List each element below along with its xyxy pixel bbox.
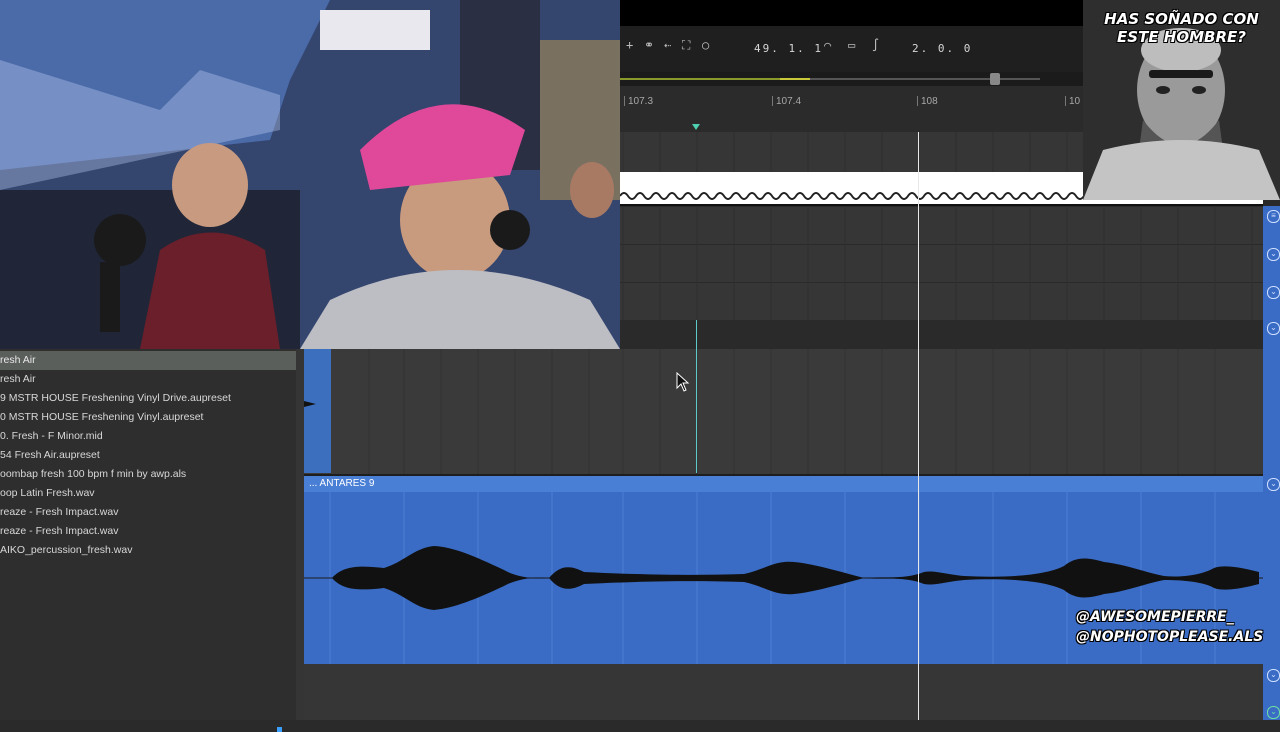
marker-icon[interactable] [692, 124, 700, 130]
chevron-down-icon[interactable]: ⌄ [1267, 248, 1280, 261]
browser-item[interactable]: reaze - Fresh Impact.wav [0, 522, 296, 541]
overview-bar[interactable] [620, 72, 1083, 86]
browser-item[interactable]: oombap fresh 100 bpm f min by awp.als [0, 465, 296, 484]
add-icon[interactable]: + [626, 38, 633, 52]
link-icon[interactable]: ⚭ [644, 38, 654, 52]
status-dot [277, 727, 282, 732]
track-menu-icon[interactable]: ≡ [1267, 210, 1280, 223]
chevron-down-icon[interactable]: ⌄ [1267, 478, 1280, 491]
browser-item[interactable]: 54 Fresh Air.aupreset [0, 446, 296, 465]
ruler-label: 10 [1069, 96, 1081, 107]
chevron-down-icon[interactable]: ⌄ [1267, 322, 1280, 335]
small-audio-clip[interactable] [304, 349, 331, 473]
browser-item[interactable]: AIKO_percussion_fresh.wav [0, 541, 296, 560]
small-clip-wave [304, 401, 316, 407]
ruler-tick [624, 96, 625, 106]
browser-item[interactable]: 0 MSTR HOUSE Freshening Vinyl.aupreset [0, 408, 296, 427]
browser-scrollbar[interactable] [296, 349, 304, 720]
loop-icon[interactable]: ▭ [848, 38, 855, 52]
chevron-down-icon[interactable]: ⌄ [1267, 286, 1280, 299]
record-circle-icon[interactable]: ○ [702, 38, 709, 52]
transport-bar: + ⚭ ⇠ ⛶ ○ 49. 1. 1 ⌒ ▭ ∫ 2. 0. 0 [620, 26, 1083, 72]
ruler-tick [1065, 96, 1066, 106]
ruler-label: 107.3 [628, 96, 654, 107]
ruler-tick [917, 96, 918, 106]
chevron-down-icon[interactable]: ⌄ [1267, 706, 1280, 719]
insert-marker[interactable] [696, 320, 697, 473]
top-bar [620, 0, 1083, 26]
browser-item[interactable]: resh Air [0, 370, 296, 389]
position-readout[interactable]: 49. 1. 1 [754, 42, 823, 55]
browser-item[interactable]: resh Air [0, 351, 296, 370]
fullscreen-icon[interactable]: ⛶ [682, 38, 690, 53]
browser-item[interactable]: 9 MSTR HOUSE Freshening Vinyl Drive.aupr… [0, 389, 296, 408]
meme-overlay: HAS SOÑADO CON ESTE HOMBRE? [1083, 0, 1280, 200]
fade-icon[interactable]: ⌒ [824, 38, 831, 52]
webcam-scene [0, 0, 620, 349]
playhead[interactable] [918, 132, 919, 720]
clip-title-bar[interactable]: ... ANTARES 9 [304, 476, 1263, 492]
back-icon[interactable]: ⇠ [664, 38, 671, 52]
ruler-tick [772, 96, 773, 106]
empty-track-lane[interactable] [304, 664, 1263, 720]
loop-length-readout[interactable]: 2. 0. 0 [912, 42, 972, 55]
curve-icon[interactable]: ∫ [872, 38, 879, 52]
overview-strip [620, 73, 1040, 85]
webcam-video [0, 0, 620, 349]
browser-item[interactable]: 0. Fresh - F Minor.mid [0, 427, 296, 446]
browser-item[interactable]: reaze - Fresh Impact.wav [0, 503, 296, 522]
social-handles: @AWESOMEPIERRE_ @NOPHOTOPLEASE.ALS [1076, 607, 1276, 647]
handle-text: @AWESOMEPIERRE_ [1076, 609, 1234, 625]
file-browser: resh Air resh Air 9 MSTR HOUSE Freshenin… [0, 349, 304, 732]
timeline-ruler[interactable]: 107.3 107.4 108 10 [620, 86, 1083, 132]
handle-text: @NOPHOTOPLEASE.ALS [1076, 629, 1264, 645]
mouse-cursor-icon [676, 372, 690, 392]
meme-caption: HAS SOÑADO CON ESTE HOMBRE? [1104, 10, 1259, 46]
browser-item[interactable]: oop Latin Fresh.wav [0, 484, 296, 503]
chevron-down-icon[interactable]: ⌄ [1267, 669, 1280, 682]
ruler-label: 108 [921, 96, 938, 107]
ruler-label: 107.4 [776, 96, 802, 107]
clip-name: ... ANTARES 9 [309, 478, 375, 489]
